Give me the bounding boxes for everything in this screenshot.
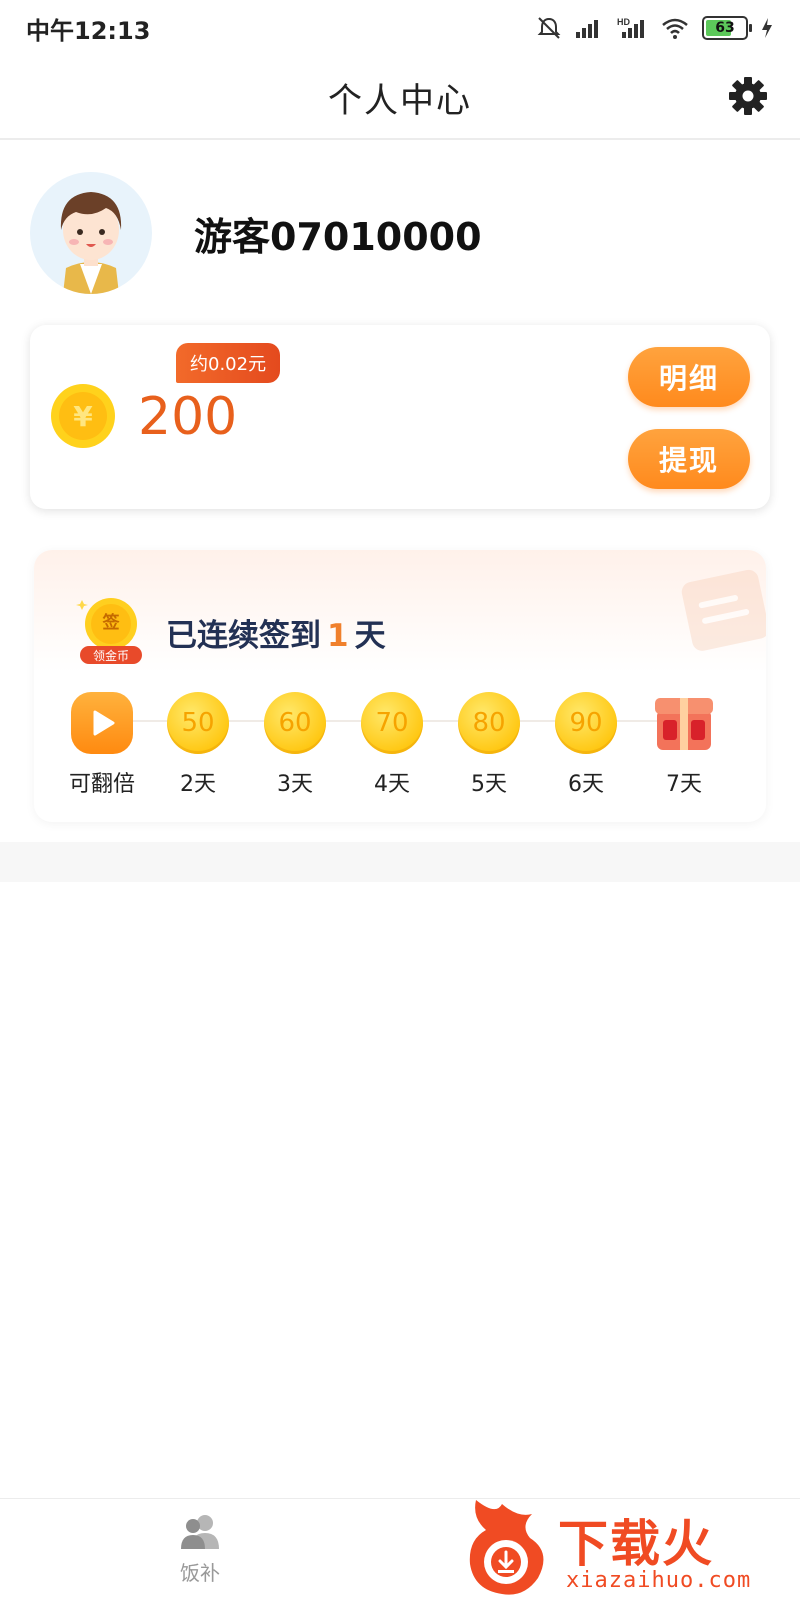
wifi-icon: [662, 18, 688, 39]
sign-in-card: 签 领金币 已连续签到 1 天 可翻倍 50 2天 60 3天 70 4天 80 5…: [34, 550, 766, 822]
day-coin-icon: 90: [555, 692, 617, 754]
svg-text:HD: HD: [617, 17, 630, 27]
gift-box-icon: [655, 698, 713, 750]
nav-label: 饭补: [180, 1561, 220, 1585]
battery-icon: 63: [702, 16, 752, 40]
day-label: 可翻倍: [68, 772, 135, 797]
day-item-6[interactable]: 90 6天: [546, 692, 626, 798]
nav-item-fanbu[interactable]: 饭补: [168, 1511, 232, 1586]
watermark-url: xiazaihuo.com: [566, 1568, 752, 1593]
day-coin-icon: 60: [264, 692, 326, 754]
detail-button[interactable]: 明细: [628, 347, 750, 407]
approx-value-badge: 约0.02元: [176, 343, 281, 383]
withdraw-button[interactable]: 提现: [628, 429, 750, 489]
day-item-2[interactable]: 50 2天: [158, 692, 238, 798]
gear-icon[interactable]: [726, 74, 770, 118]
coin-balance-card: ¥ 200 约0.02元 明细 提现: [30, 325, 770, 509]
gold-coin-icon: ¥: [51, 384, 115, 448]
page-title: 个人中心: [328, 80, 472, 121]
mute-bell-icon: [537, 17, 561, 39]
day-label: 4天: [374, 772, 410, 797]
sign-in-badge: 签 领金币: [74, 594, 148, 668]
day-item-7[interactable]: 7天: [644, 692, 724, 798]
section-divider: [0, 842, 800, 882]
calendar-decoration-icon: [681, 569, 766, 651]
watermark-text: 下载火: [558, 1515, 714, 1573]
sign-in-suffix: 天: [354, 618, 386, 654]
day-coin-icon: 70: [361, 692, 423, 754]
day-label: 3天: [277, 772, 313, 797]
day-coin-icon: 50: [167, 692, 229, 754]
charging-icon: [762, 18, 772, 38]
sign-badge-text: 签: [102, 613, 120, 633]
day-coin-icon: 80: [458, 692, 520, 754]
day-label: 5天: [471, 772, 507, 797]
play-video-icon[interactable]: [71, 692, 133, 754]
users-icon: [181, 1515, 219, 1549]
avatar[interactable]: [30, 172, 152, 294]
signal-icon: [576, 20, 598, 38]
status-icons: HD 63: [536, 16, 774, 40]
status-bar: 中午12:13 HD 63: [0, 0, 800, 56]
day-label: 2天: [180, 772, 216, 797]
day-label: 7天: [666, 772, 702, 797]
profile-section[interactable]: 游客07010000: [30, 172, 482, 294]
svg-text:¥: ¥: [73, 400, 93, 433]
day-item-3[interactable]: 60 3天: [255, 692, 335, 798]
coin-amount: 200: [138, 387, 238, 447]
battery-level: 63: [715, 20, 735, 36]
day-item-5[interactable]: 80 5天: [449, 692, 529, 798]
day-item-1[interactable]: 可翻倍: [62, 692, 142, 798]
avatar-illustration: [60, 192, 122, 294]
sign-in-count: 1: [327, 618, 349, 654]
watermark: 下载火 xiazaihuo.com: [462, 1494, 792, 1598]
status-time: 中午12:13: [26, 16, 151, 45]
hd-signal-icon: HD: [617, 17, 644, 38]
day-label: 6天: [568, 772, 604, 797]
username: 游客07010000: [194, 214, 482, 259]
flame-logo-icon: [469, 1500, 544, 1595]
top-bar: 个人中心: [0, 56, 800, 140]
sign-in-prefix: 已连续签到: [166, 618, 321, 654]
day-item-4[interactable]: 70 4天: [352, 692, 432, 798]
sign-badge-subtext: 领金币: [92, 649, 129, 663]
sign-in-status: 已连续签到 1 天: [166, 610, 386, 655]
